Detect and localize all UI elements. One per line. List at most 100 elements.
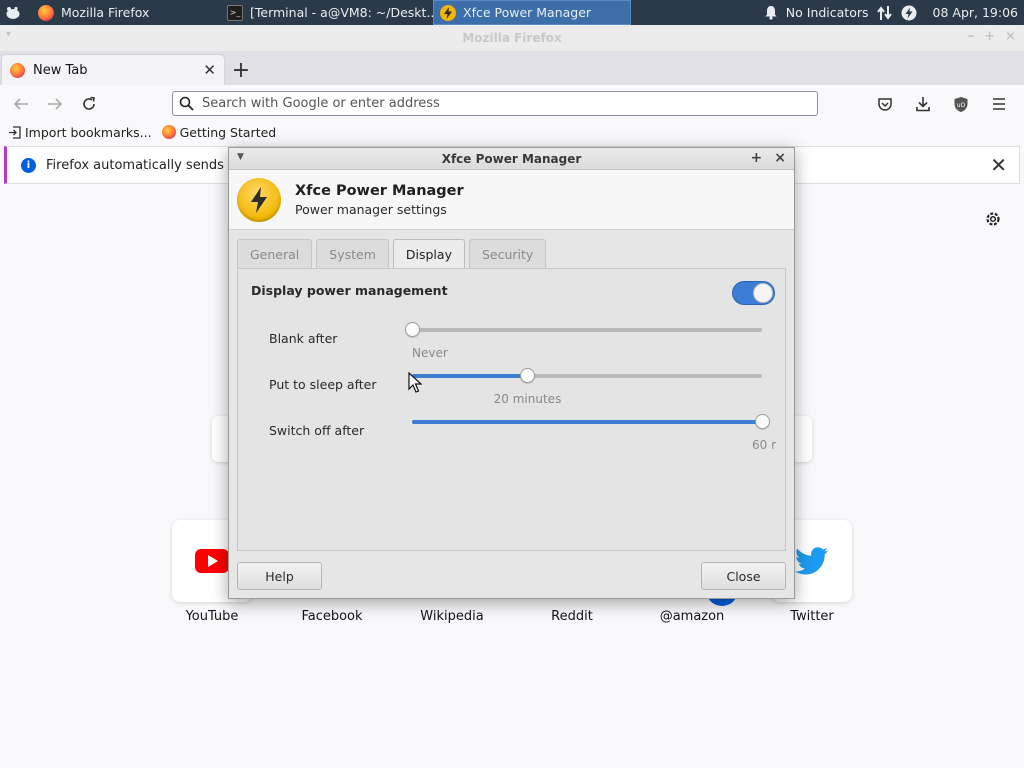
display-power-management-switch[interactable] bbox=[732, 281, 775, 305]
switch-off-after-label: Switch off after bbox=[269, 423, 365, 438]
bookmark-getting-started[interactable]: Getting Started bbox=[161, 124, 277, 140]
help-button[interactable]: Help bbox=[237, 562, 322, 590]
svg-text:uO: uO bbox=[957, 102, 966, 109]
slider-handle[interactable] bbox=[754, 414, 770, 429]
maximize-icon[interactable]: + bbox=[984, 29, 995, 44]
firefox-icon bbox=[10, 62, 25, 78]
tab-close-icon[interactable]: ✕ bbox=[203, 61, 216, 79]
close-icon[interactable]: × bbox=[1005, 29, 1016, 44]
import-icon bbox=[9, 125, 21, 139]
twitter-bird-icon bbox=[795, 547, 828, 575]
top-site-label: Wikipedia bbox=[420, 609, 484, 624]
downloads-button[interactable] bbox=[906, 89, 940, 119]
ublock-button[interactable]: uO bbox=[944, 89, 978, 119]
switch-off-after-value: 60 r bbox=[752, 438, 777, 452]
power-manager-icon bbox=[440, 4, 456, 21]
window-menu-icon[interactable]: ▼ bbox=[237, 152, 244, 162]
reload-button[interactable] bbox=[72, 89, 106, 119]
whisker-menu-button[interactable] bbox=[0, 0, 26, 25]
window-menu-icon[interactable]: ▾ bbox=[6, 29, 11, 40]
pocket-button[interactable] bbox=[868, 89, 902, 119]
url-bar[interactable] bbox=[172, 91, 818, 116]
indicators-label[interactable]: No Indicators bbox=[786, 5, 869, 20]
tab-new-tab[interactable]: New Tab ✕ bbox=[2, 55, 224, 85]
blank-after-value: Never bbox=[412, 346, 448, 360]
pocket-icon bbox=[878, 97, 892, 111]
power-tray-icon[interactable] bbox=[901, 5, 917, 21]
forward-arrow-icon bbox=[48, 97, 63, 110]
header-title: Xfce Power Manager bbox=[295, 182, 464, 199]
bell-icon[interactable] bbox=[764, 5, 778, 20]
new-tab-button[interactable]: + bbox=[224, 55, 258, 85]
firefox-window-title: Mozilla Firefox bbox=[462, 31, 562, 45]
display-power-management-label: Display power management bbox=[251, 283, 448, 298]
app-menu-button[interactable] bbox=[982, 89, 1016, 119]
power-manager-dialog: ▼ Xfce Power Manager + × Xfce Power Mana… bbox=[228, 147, 795, 599]
firefox-nav-bar: uO bbox=[0, 85, 1024, 122]
firefox-titlebar: ▾ Mozilla Firefox – + × bbox=[0, 25, 1024, 51]
taskbar-item-firefox[interactable]: Mozilla Firefox bbox=[26, 0, 221, 25]
firefox-tab-bar: New Tab ✕ + bbox=[0, 51, 1024, 85]
minimize-icon[interactable]: – bbox=[968, 29, 975, 44]
top-site-label: @amazon bbox=[659, 609, 725, 624]
back-arrow-icon bbox=[13, 97, 28, 110]
clock[interactable]: 08 Apr, 19:06 bbox=[933, 5, 1018, 20]
reload-icon bbox=[83, 96, 95, 110]
download-icon bbox=[916, 97, 930, 112]
top-site-label: YouTube bbox=[185, 609, 239, 624]
tab-label: New Tab bbox=[33, 62, 88, 78]
forward-button[interactable] bbox=[38, 89, 72, 119]
bookmarks-toolbar: Import bookmarks... Getting Started bbox=[0, 122, 1024, 142]
maximize-icon[interactable]: + bbox=[751, 150, 763, 166]
settings-tabs: General System Display Security bbox=[237, 239, 547, 269]
bookmark-import[interactable]: Import bookmarks... bbox=[8, 125, 152, 140]
tab-security[interactable]: Security bbox=[468, 239, 547, 268]
header-subtitle: Power manager settings bbox=[295, 201, 447, 217]
slider-track bbox=[412, 328, 762, 332]
mouse-cursor-icon bbox=[408, 372, 422, 393]
taskbar-item-terminal[interactable]: >_ [Terminal - a@VM8: ~/Deskt... bbox=[221, 0, 433, 25]
top-site-label: Facebook bbox=[301, 609, 363, 624]
taskbar-item-label: Xfce Power Manager bbox=[463, 5, 592, 20]
youtube-icon bbox=[195, 549, 229, 573]
terminal-icon: >_ bbox=[227, 4, 243, 21]
close-button[interactable]: Close bbox=[701, 562, 786, 590]
taskbar-item-label: Mozilla Firefox bbox=[61, 5, 150, 20]
firefox-icon bbox=[161, 125, 176, 139]
back-button[interactable] bbox=[4, 89, 38, 119]
dialog-window-title: Xfce Power Manager bbox=[441, 151, 582, 166]
close-icon[interactable]: × bbox=[774, 150, 786, 166]
taskbar-item-label: [Terminal - a@VM8: ~/Deskt... bbox=[250, 5, 433, 20]
bookmark-label: Import bookmarks... bbox=[25, 124, 152, 140]
tab-system[interactable]: System bbox=[316, 239, 389, 268]
slider-fill bbox=[412, 374, 528, 378]
hamburger-menu-icon bbox=[993, 98, 1005, 110]
top-site-label: Twitter bbox=[790, 609, 834, 624]
power-manager-logo-icon bbox=[237, 177, 281, 222]
slider-fill bbox=[412, 420, 762, 424]
address-input[interactable] bbox=[202, 96, 782, 111]
sleep-after-label: Put to sleep after bbox=[269, 377, 377, 392]
tab-display[interactable]: Display bbox=[392, 239, 465, 269]
system-tray: No Indicators 08 Apr, 19:06 bbox=[764, 5, 1024, 21]
blank-after-label: Blank after bbox=[269, 331, 338, 346]
dialog-header: Xfce Power Manager Power manager setting… bbox=[229, 170, 794, 230]
bookmark-label: Getting Started bbox=[179, 124, 277, 140]
search-icon bbox=[179, 96, 194, 111]
slider-handle[interactable] bbox=[520, 368, 535, 383]
xfce-mouse-icon bbox=[6, 6, 20, 19]
sleep-after-value: 20 minutes bbox=[493, 392, 562, 406]
slider-handle[interactable] bbox=[404, 322, 420, 337]
gear-icon[interactable] bbox=[984, 210, 1002, 228]
dialog-titlebar[interactable]: ▼ Xfce Power Manager + × bbox=[229, 148, 794, 170]
switch-knob bbox=[753, 283, 773, 303]
firefox-icon bbox=[38, 4, 54, 21]
network-arrows-icon[interactable] bbox=[876, 5, 893, 21]
info-icon: i bbox=[21, 157, 36, 173]
top-site-label: Reddit bbox=[551, 609, 593, 624]
taskbar-item-power-manager[interactable]: Xfce Power Manager bbox=[433, 0, 631, 25]
close-icon[interactable]: ✕ bbox=[990, 153, 1007, 177]
top-panel: Mozilla Firefox >_ [Terminal - a@VM8: ~/… bbox=[0, 0, 1024, 25]
tab-general[interactable]: General bbox=[237, 239, 313, 268]
shield-icon: uO bbox=[954, 96, 968, 112]
